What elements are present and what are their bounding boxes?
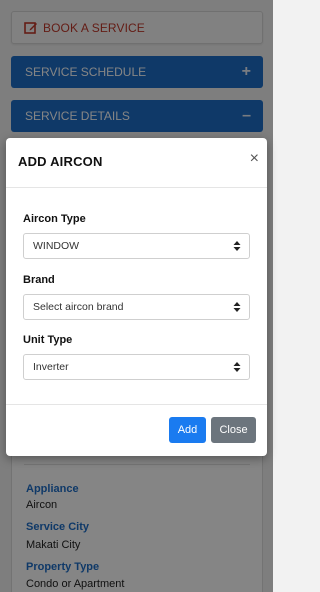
modal-title: ADD AIRCON: [18, 154, 103, 169]
modal-footer: Add Close: [6, 404, 267, 456]
aircon-type-select[interactable]: WINDOW: [23, 233, 250, 259]
add-button[interactable]: Add: [169, 417, 206, 443]
modal-header: ADD AIRCON ×: [6, 138, 267, 188]
unit-type-label: Unit Type: [23, 334, 73, 346]
brand-select[interactable]: Select aircon brand: [23, 294, 250, 320]
chevron-up-down-icon: [233, 362, 241, 372]
close-button[interactable]: Close: [211, 417, 256, 443]
unit-type-value: Inverter: [33, 361, 69, 373]
aircon-type-value: WINDOW: [33, 240, 80, 252]
brand-label: Brand: [23, 274, 55, 286]
unit-type-select[interactable]: Inverter: [23, 354, 250, 380]
add-aircon-modal: ADD AIRCON × Aircon Type WINDOW Brand Se…: [6, 138, 267, 456]
chevron-up-down-icon: [233, 302, 241, 312]
close-icon[interactable]: ×: [250, 151, 259, 167]
aircon-type-label: Aircon Type: [23, 213, 86, 225]
brand-value: Select aircon brand: [33, 301, 124, 313]
chevron-up-down-icon: [233, 241, 241, 251]
